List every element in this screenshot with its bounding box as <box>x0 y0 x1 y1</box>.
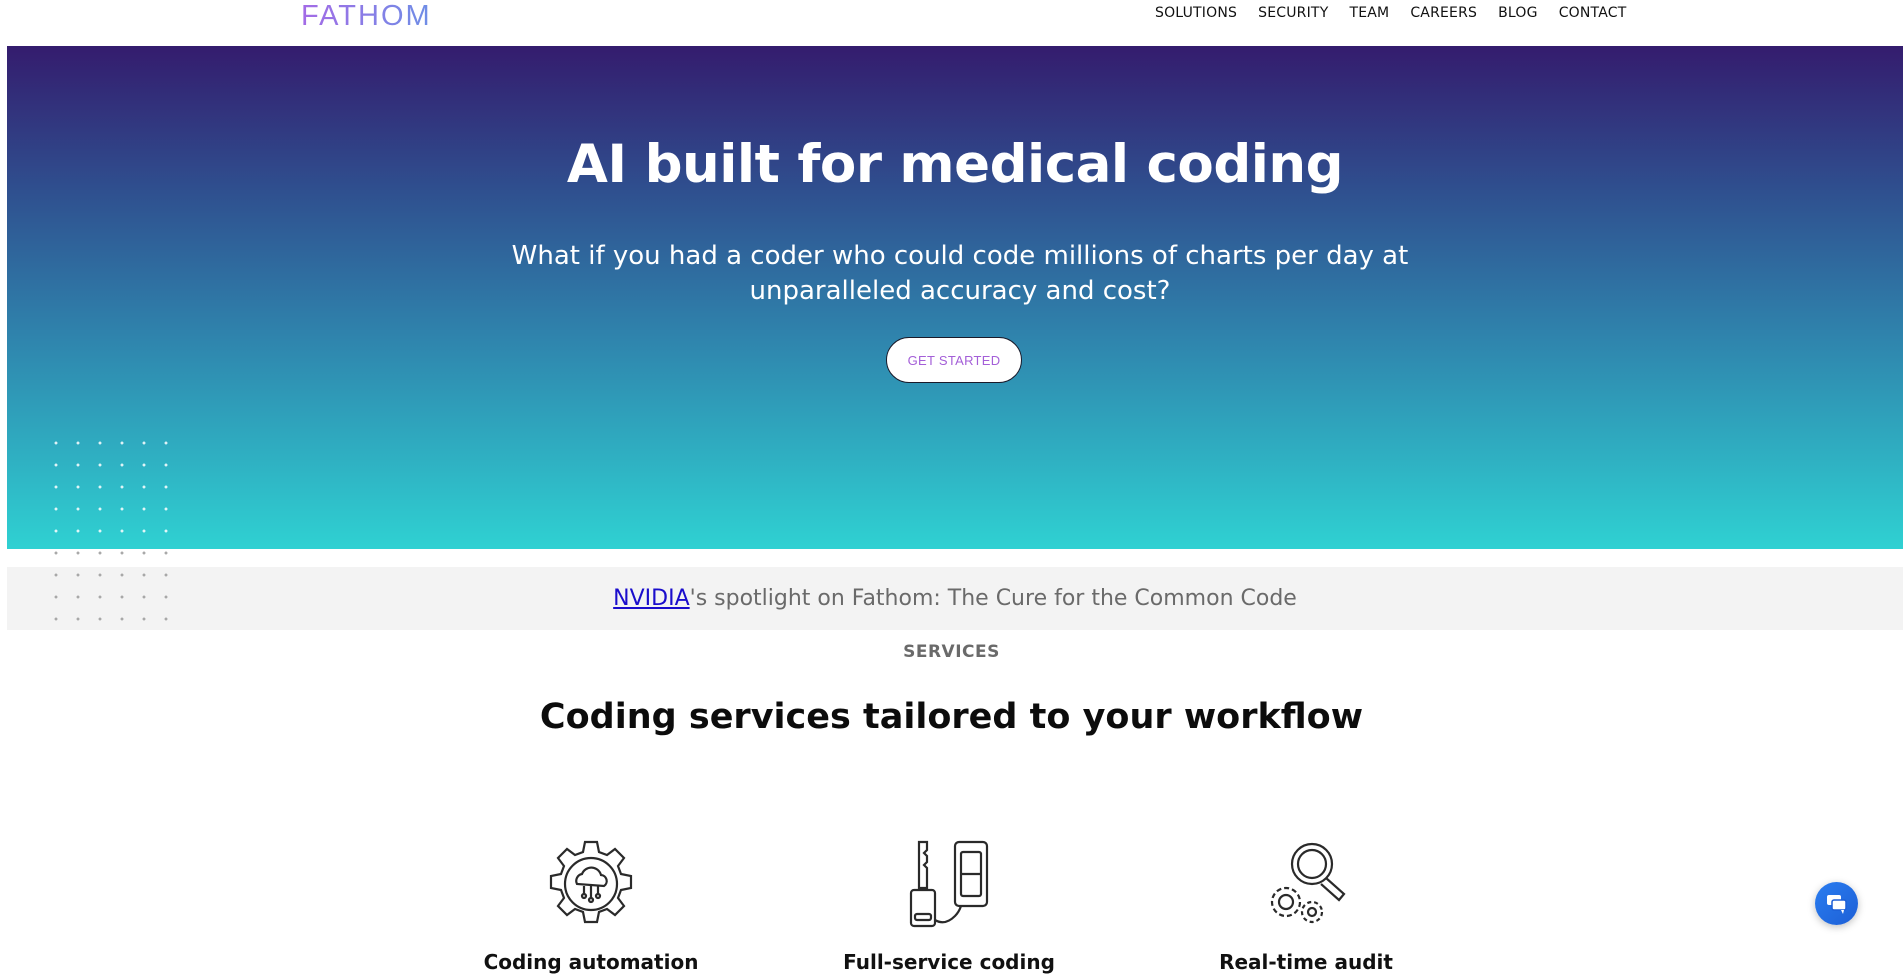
nvidia-link[interactable]: NVIDIA <box>613 586 689 611</box>
decorative-dot-grid-grey <box>45 548 175 628</box>
service-label: Coding automation <box>483 950 699 974</box>
services-title: Coding services tailored to your workflo… <box>539 697 1364 737</box>
magnifier-gears-icon <box>1270 842 1346 924</box>
banner-text: 's spotlight on Fathom: The Cure for the… <box>689 586 1297 611</box>
cloud-gear-icon <box>549 840 633 924</box>
chat-bubble-icon <box>1826 894 1847 914</box>
main-nav: SOLUTIONS SECURITY TEAM CAREERS BLOG CON… <box>1155 5 1647 21</box>
service-real-time-audit[interactable]: Real-time audit <box>1156 838 1456 974</box>
key-lock-icon <box>909 840 989 928</box>
nav-careers[interactable]: CAREERS <box>1410 5 1477 21</box>
service-label: Full-service coding <box>843 950 1055 974</box>
site-header: FATHOM SOLUTIONS SECURITY TEAM CAREERS B… <box>0 0 1903 46</box>
service-label: Real-time audit <box>1219 950 1393 974</box>
get-started-button[interactable]: GET STARTED <box>886 337 1022 383</box>
nvidia-banner: NVIDIA's spotlight on Fathom: The Cure f… <box>7 567 1903 630</box>
nav-team[interactable]: TEAM <box>1349 5 1389 21</box>
hero-section: AI built for medical coding What if you … <box>7 46 1903 549</box>
service-full-service-coding[interactable]: Full-service coding <box>799 838 1099 974</box>
chat-widget-button[interactable] <box>1815 882 1858 925</box>
nav-solutions[interactable]: SOLUTIONS <box>1155 5 1237 21</box>
hero-subtitle: What if you had a coder who could code m… <box>511 241 1409 306</box>
nav-contact[interactable]: CONTACT <box>1559 5 1627 21</box>
fathom-logo[interactable]: FATHOM <box>301 0 432 32</box>
hero-title: AI built for medical coding <box>566 134 1344 195</box>
services-label: SERVICES <box>903 642 1000 662</box>
nav-blog[interactable]: BLOG <box>1498 5 1538 21</box>
nav-security[interactable]: SECURITY <box>1258 5 1328 21</box>
service-coding-automation[interactable]: Coding automation <box>441 838 741 974</box>
